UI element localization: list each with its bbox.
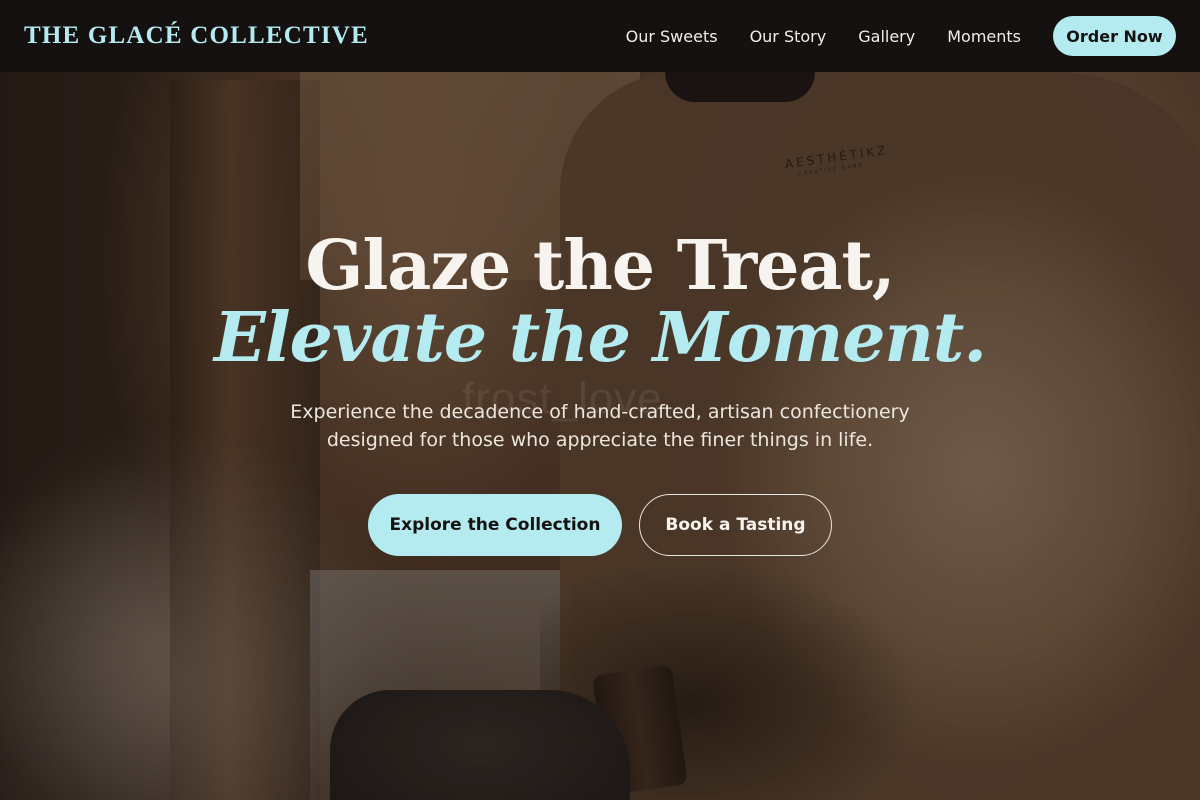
nav-link-our-story[interactable]: Our Story [750, 27, 827, 46]
brand-logo[interactable]: THE GLACÉ COLLECTIVE [24, 22, 369, 50]
nav-link-gallery[interactable]: Gallery [858, 27, 915, 46]
hero-headline-line2: Elevate the Moment. [214, 298, 987, 378]
explore-collection-button[interactable]: Explore the Collection [368, 494, 622, 556]
hero-headline-line1: Glaze the Treat, [305, 226, 895, 306]
book-tasting-button[interactable]: Book a Tasting [639, 494, 832, 556]
hero-cta-row: Explore the Collection Book a Tasting [0, 494, 1200, 556]
hero-section: AESTHÉTIKZ CREATIVE BAND frost_love THE G… [0, 0, 1200, 800]
hero-subtext: Experience the decadence of hand-crafted… [290, 401, 910, 451]
hero-content: Glaze the Treat, Elevate the Moment. Exp… [0, 232, 1200, 556]
nav-link-our-sweets[interactable]: Our Sweets [626, 27, 718, 46]
nav-links: Our Sweets Our Story Gallery Moments Ord… [626, 16, 1176, 56]
top-navbar: THE GLACÉ COLLECTIVE Our Sweets Our Stor… [0, 0, 1200, 72]
nav-link-moments[interactable]: Moments [947, 27, 1021, 46]
order-now-button[interactable]: Order Now [1053, 16, 1176, 56]
